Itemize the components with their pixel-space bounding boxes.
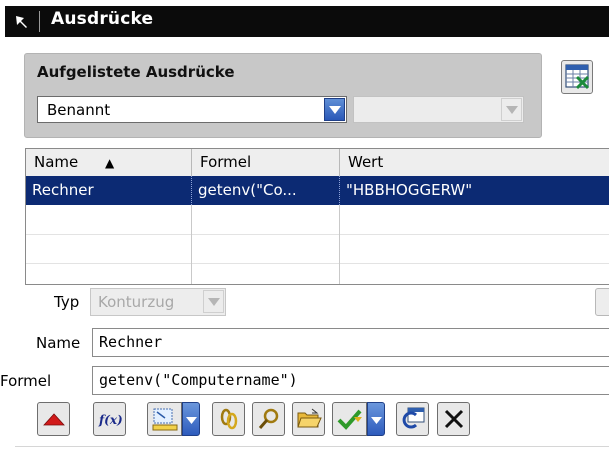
table-header: Name ▲ Formel Wert bbox=[26, 149, 609, 177]
title-separator bbox=[39, 11, 40, 32]
expressions-table[interactable]: Name ▲ Formel Wert Rechner getenv("Co...… bbox=[25, 148, 609, 285]
column-header-formula[interactable]: Formel bbox=[192, 149, 340, 176]
cell-empty bbox=[26, 205, 192, 234]
title-bar: Ausdrücke bbox=[5, 6, 609, 37]
cell-empty bbox=[192, 263, 340, 284]
open-folder-icon bbox=[297, 408, 322, 428]
filter-select-value: Benannt bbox=[47, 101, 111, 119]
column-header-name[interactable]: Name ▲ bbox=[26, 149, 192, 176]
chevron-down-icon bbox=[208, 298, 220, 306]
filter-select[interactable]: Benannt bbox=[37, 96, 347, 123]
table-row-empty bbox=[26, 263, 609, 284]
clipped-button bbox=[595, 288, 609, 316]
chevron-down-icon bbox=[186, 417, 197, 424]
function-button[interactable]: f(x) bbox=[93, 402, 126, 436]
dialog-title: Ausdrücke bbox=[51, 9, 154, 29]
measure-icon bbox=[152, 408, 178, 431]
secondary-select bbox=[353, 96, 524, 123]
collapse-icon bbox=[43, 413, 65, 426]
cell-empty bbox=[26, 234, 192, 263]
svg-text:f(x): f(x) bbox=[98, 413, 123, 427]
formula-label: Formel bbox=[0, 372, 52, 390]
type-dropdown-button bbox=[203, 290, 224, 313]
spreadsheet-edit-button[interactable] bbox=[396, 402, 429, 436]
cell-empty bbox=[192, 205, 340, 234]
cell-name: Rechner bbox=[26, 176, 192, 205]
spreadsheet-edit-icon bbox=[402, 407, 425, 429]
chevron-down-icon bbox=[506, 106, 518, 114]
type-label: Typ bbox=[54, 293, 80, 311]
table-row[interactable]: Rechner getenv("Co... "HBBHOGGERW" bbox=[26, 176, 609, 205]
table-row-empty bbox=[26, 234, 609, 264]
find-icon bbox=[258, 408, 279, 429]
spreadsheet-button[interactable] bbox=[561, 60, 593, 94]
listed-expressions-group: Aufgelistete Ausdrücke Benannt bbox=[24, 53, 542, 138]
column-header-value[interactable]: Wert bbox=[340, 149, 609, 176]
cell-empty bbox=[26, 263, 192, 284]
link-icon bbox=[220, 408, 238, 430]
sort-ascending-icon: ▲ bbox=[105, 156, 115, 170]
check-dropdown-button[interactable] bbox=[367, 402, 385, 436]
chevron-down-icon bbox=[329, 106, 341, 114]
filter-dropdown-button[interactable] bbox=[324, 98, 345, 121]
delete-icon bbox=[444, 409, 464, 429]
measure-button[interactable] bbox=[147, 402, 182, 436]
open-folder-button[interactable] bbox=[292, 402, 325, 436]
name-field[interactable]: Rechner bbox=[92, 328, 609, 357]
link-button[interactable] bbox=[212, 402, 245, 436]
type-select-value: Konturzug bbox=[98, 293, 175, 311]
delete-button[interactable] bbox=[437, 402, 470, 436]
bottom-divider bbox=[15, 446, 609, 447]
find-button[interactable] bbox=[252, 402, 285, 436]
table-row-empty bbox=[26, 205, 609, 235]
cell-value: "HBBHOGGERW" bbox=[346, 181, 473, 199]
formula-field[interactable]: getenv("Computername") bbox=[92, 366, 609, 395]
check-button[interactable] bbox=[332, 402, 367, 436]
pin-icon[interactable] bbox=[13, 13, 31, 31]
cell-empty bbox=[192, 234, 340, 263]
chevron-down-icon bbox=[371, 417, 382, 424]
listed-expressions-label: Aufgelistete Ausdrücke bbox=[37, 63, 235, 81]
spreadsheet-icon bbox=[565, 64, 590, 90]
name-label: Name bbox=[36, 334, 81, 352]
check-icon bbox=[337, 409, 362, 430]
secondary-dropdown-button bbox=[501, 98, 522, 121]
type-select: Konturzug bbox=[90, 288, 226, 316]
collapse-button[interactable] bbox=[37, 402, 70, 436]
measure-dropdown-button[interactable] bbox=[182, 402, 200, 436]
cell-formula: getenv("Co... bbox=[192, 176, 340, 205]
function-icon: f(x) bbox=[98, 413, 123, 427]
